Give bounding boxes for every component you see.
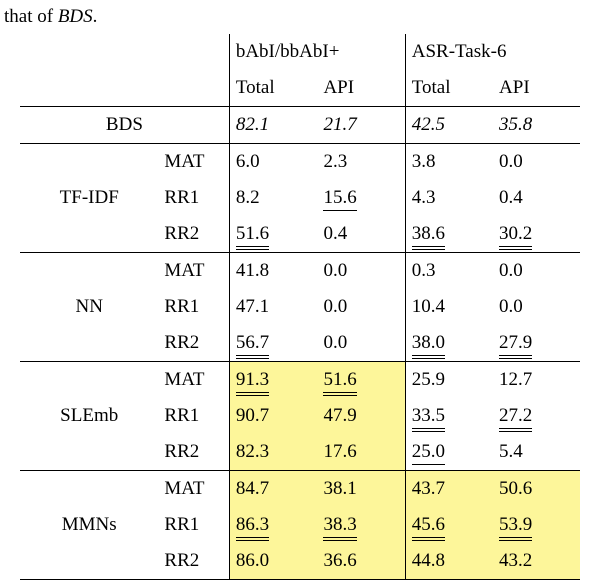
cell: 30.2 bbox=[493, 216, 580, 253]
variant-rr2: RR2 bbox=[158, 434, 229, 471]
variant-rr1: RR1 bbox=[158, 507, 229, 543]
model-mmns: MMNs bbox=[20, 471, 158, 580]
header-row-1: bAbI/bbAbI+ ASR-Task-6 bbox=[20, 34, 580, 70]
cell: 41.8 bbox=[229, 253, 317, 290]
cell: 4.3 bbox=[405, 180, 493, 216]
cell: 0.0 bbox=[317, 325, 405, 362]
cell: 51.6 bbox=[229, 216, 317, 253]
cell: 0.0 bbox=[493, 144, 580, 181]
row-nn-mat: NN MAT 41.8 0.0 0.3 0.0 bbox=[20, 253, 580, 290]
cell: 84.7 bbox=[229, 471, 317, 508]
cell: 0.0 bbox=[493, 289, 580, 325]
bds-total1: 82.1 bbox=[229, 107, 317, 144]
cell: 47.1 bbox=[229, 289, 317, 325]
results-table: bAbI/bbAbI+ ASR-Task-6 Total API Total A… bbox=[20, 34, 580, 580]
cell: 2.3 bbox=[317, 144, 405, 181]
col-total-2: Total bbox=[405, 70, 493, 107]
variant-mat: MAT bbox=[158, 471, 229, 508]
cell: 86.3 bbox=[229, 507, 317, 543]
cell: 0.0 bbox=[317, 289, 405, 325]
cell: 0.3 bbox=[405, 253, 493, 290]
model-slemb: SLEmb bbox=[20, 362, 158, 471]
model-nn: NN bbox=[20, 253, 158, 362]
cell: 15.6 bbox=[317, 180, 405, 216]
col-api-1: API bbox=[317, 70, 405, 107]
cell: 0.0 bbox=[317, 253, 405, 290]
cell: 56.7 bbox=[229, 325, 317, 362]
cell: 43.2 bbox=[493, 543, 580, 580]
variant-mat: MAT bbox=[158, 253, 229, 290]
variant-rr1: RR1 bbox=[158, 289, 229, 325]
bds-total2: 42.5 bbox=[405, 107, 493, 144]
cell: 53.9 bbox=[493, 507, 580, 543]
cell: 12.7 bbox=[493, 362, 580, 399]
cell: 51.6 bbox=[317, 362, 405, 399]
cell: 0.4 bbox=[493, 180, 580, 216]
cell: 6.0 bbox=[229, 144, 317, 181]
cell: 45.6 bbox=[405, 507, 493, 543]
col-total-1: Total bbox=[229, 70, 317, 107]
cell: 44.8 bbox=[405, 543, 493, 580]
cell: 33.5 bbox=[405, 398, 493, 434]
variant-rr2: RR2 bbox=[158, 216, 229, 253]
col-api-2: API bbox=[493, 70, 580, 107]
bds-api1: 21.7 bbox=[317, 107, 405, 144]
row-tfidf-mat: TF-IDF MAT 6.0 2.3 3.8 0.0 bbox=[20, 144, 580, 181]
caption-model: BDS bbox=[58, 6, 93, 27]
cell: 27.9 bbox=[493, 325, 580, 362]
model-bds: BDS bbox=[20, 107, 229, 144]
caption-post: . bbox=[93, 6, 98, 27]
cell: 43.7 bbox=[405, 471, 493, 508]
cell: 91.3 bbox=[229, 362, 317, 399]
cell: 10.4 bbox=[405, 289, 493, 325]
cell: 86.0 bbox=[229, 543, 317, 580]
cell: 0.4 bbox=[317, 216, 405, 253]
variant-rr2: RR2 bbox=[158, 325, 229, 362]
col-group-1: bAbI/bbAbI+ bbox=[229, 34, 405, 70]
variant-rr1: RR1 bbox=[158, 398, 229, 434]
header-row-2: Total API Total API bbox=[20, 70, 580, 107]
cell: 0.0 bbox=[493, 253, 580, 290]
row-mmns-mat: MMNs MAT 84.7 38.1 43.7 50.6 bbox=[20, 471, 580, 508]
cell: 38.6 bbox=[405, 216, 493, 253]
cell: 3.8 bbox=[405, 144, 493, 181]
cell: 5.4 bbox=[493, 434, 580, 471]
cell: 82.3 bbox=[229, 434, 317, 471]
caption-text: that of BDS. bbox=[4, 6, 97, 28]
row-slemb-mat: SLEmb MAT 91.3 51.6 25.9 12.7 bbox=[20, 362, 580, 399]
col-group-2: ASR-Task-6 bbox=[405, 34, 580, 70]
row-bds: BDS 82.1 21.7 42.5 35.8 bbox=[20, 107, 580, 144]
variant-rr1: RR1 bbox=[158, 180, 229, 216]
cell: 17.6 bbox=[317, 434, 405, 471]
variant-mat: MAT bbox=[158, 144, 229, 181]
cell: 8.2 bbox=[229, 180, 317, 216]
cell: 27.2 bbox=[493, 398, 580, 434]
cell: 38.1 bbox=[317, 471, 405, 508]
model-tfidf: TF-IDF bbox=[20, 144, 158, 253]
cell: 50.6 bbox=[493, 471, 580, 508]
variant-mat: MAT bbox=[158, 362, 229, 399]
variant-rr2: RR2 bbox=[158, 543, 229, 580]
cell: 25.0 bbox=[405, 434, 493, 471]
cell: 38.3 bbox=[317, 507, 405, 543]
caption-pre: that of bbox=[4, 6, 58, 27]
cell: 38.0 bbox=[405, 325, 493, 362]
cell: 90.7 bbox=[229, 398, 317, 434]
cell: 36.6 bbox=[317, 543, 405, 580]
cell: 47.9 bbox=[317, 398, 405, 434]
bds-api2: 35.8 bbox=[493, 107, 580, 144]
cell: 25.9 bbox=[405, 362, 493, 399]
